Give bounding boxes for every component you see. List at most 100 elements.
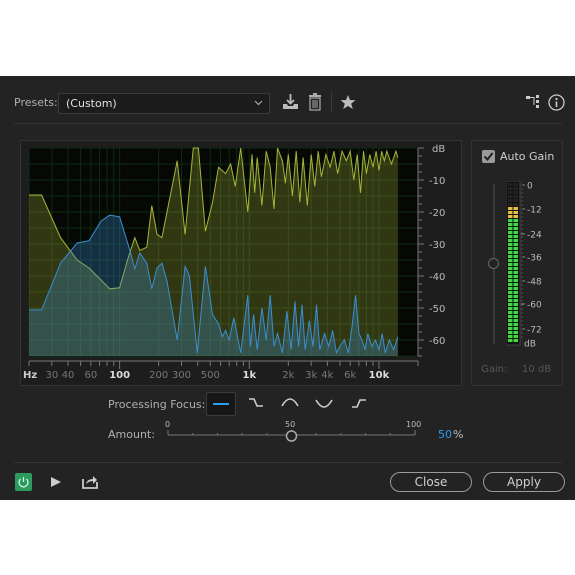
favorite-star-icon[interactable] — [340, 94, 356, 110]
meter-segment — [508, 279, 513, 282]
delete-preset-icon[interactable] — [308, 93, 322, 111]
checkmark-icon — [483, 152, 494, 162]
flat-icon — [213, 403, 229, 405]
gain-label: Gain: — [481, 364, 508, 375]
meter-segment — [513, 307, 518, 310]
meter-segment — [513, 187, 518, 190]
divider — [14, 462, 562, 463]
meter-segment — [508, 319, 513, 322]
info-icon[interactable] — [548, 94, 565, 111]
meter-segment — [508, 267, 513, 270]
mid-bell-icon — [281, 398, 299, 407]
meter-segment — [508, 335, 513, 338]
meter-segment — [513, 275, 518, 278]
meter-segment — [513, 283, 518, 286]
meter-segment — [513, 211, 518, 214]
processing-focus-label: Processing Focus: — [108, 398, 206, 411]
meter-segment — [513, 243, 518, 246]
amount-value[interactable]: 50 — [438, 428, 452, 441]
meter-segment — [508, 239, 513, 242]
meter-segment — [513, 323, 518, 326]
gain-value: 10 dB — [522, 364, 552, 375]
meter-segment — [513, 303, 518, 306]
apply-button[interactable]: Apply — [483, 472, 565, 492]
meter-segment — [508, 275, 513, 278]
effect-dialog: Presets: (Custom) dB -10 -20 -30 -40 -50 -60 Hz… — [0, 76, 575, 500]
auto-gain-checkbox[interactable] — [482, 150, 495, 163]
meter-segment — [508, 339, 513, 342]
meter-segment — [513, 339, 518, 342]
power-icon — [18, 477, 29, 488]
meter-segment — [513, 191, 518, 194]
close-button[interactable]: Close — [390, 472, 472, 492]
meter-label: -24 — [527, 231, 542, 241]
meter-segment — [508, 263, 513, 266]
power-button[interactable] — [15, 473, 32, 491]
y-tick-label: -50 — [429, 304, 445, 315]
meter-segment — [513, 223, 518, 226]
meter-segment — [513, 279, 518, 282]
meter-segment — [508, 219, 513, 222]
x-tick-label: 6k — [344, 370, 356, 381]
auto-gain-label: Auto Gain — [500, 150, 555, 163]
focus-low-button[interactable] — [242, 392, 270, 414]
meter-segment — [508, 223, 513, 226]
meter-segment — [508, 215, 513, 218]
focus-flat-button[interactable] — [206, 392, 236, 416]
mid-notch-icon — [315, 399, 333, 408]
meter-segment — [513, 219, 518, 222]
amount-slider[interactable] — [160, 426, 425, 446]
meter-segment — [508, 207, 513, 210]
gain-slider-knob[interactable] — [488, 258, 499, 269]
high-shelf-icon — [352, 399, 366, 408]
meter-segment — [508, 315, 513, 318]
x-tick-label: 3k — [305, 370, 317, 381]
meter-segment — [508, 287, 513, 290]
meter-segment — [508, 283, 513, 286]
meter-segment — [513, 291, 518, 294]
meter-segment — [513, 195, 518, 198]
save-preset-icon[interactable] — [282, 93, 299, 110]
meter-label: -36 — [527, 254, 542, 264]
meter-segment — [508, 327, 513, 330]
amount-label: Amount: — [108, 428, 155, 441]
routing-icon[interactable] — [526, 95, 540, 109]
meter-segment — [508, 291, 513, 294]
x-tick-label: 10k — [369, 370, 390, 381]
x-tick-label: 1k — [242, 370, 256, 381]
presets-dropdown[interactable]: (Custom) — [58, 93, 270, 114]
meter-segment — [513, 311, 518, 314]
meter-segment — [513, 319, 518, 322]
preset-value: (Custom) — [66, 97, 117, 110]
slider-knob — [285, 430, 298, 442]
meter-segment — [508, 183, 513, 186]
focus-high-button[interactable] — [345, 392, 373, 414]
meter-segment — [508, 307, 513, 310]
focus-mid-bell-button[interactable] — [276, 392, 304, 414]
meter-segment — [508, 331, 513, 334]
meter-segment — [513, 207, 518, 210]
x-tick-label: 300 — [172, 370, 191, 381]
meter-segment — [508, 247, 513, 250]
meter-segment — [513, 251, 518, 254]
meter-segment — [508, 199, 513, 202]
meter-segment — [513, 263, 518, 266]
meter-segment — [513, 295, 518, 298]
meter-segment — [508, 187, 513, 190]
meter-segment — [513, 331, 518, 334]
meter-segment — [508, 323, 513, 326]
meter-segment — [508, 231, 513, 234]
y-tick-label: -60 — [429, 336, 445, 347]
spectrum-chart[interactable]: dB -10 -20 -30 -40 -50 -60 Hz 30 40 60 100 200 300 500… — [21, 141, 461, 385]
toolbar-separator — [331, 91, 332, 113]
x-tick-label: 2k — [282, 370, 294, 381]
play-icon[interactable] — [50, 476, 62, 488]
meter-segment — [513, 267, 518, 270]
focus-mid-notch-button[interactable] — [310, 392, 338, 414]
meter-segment — [513, 287, 518, 290]
export-icon[interactable] — [82, 474, 98, 489]
auto-gain-panel: Auto Gain 0 -12 -24 -36 -48 -60 -72 dB Gain: 10… — [471, 140, 563, 386]
meter-label: -12 — [527, 206, 542, 216]
x-tick-label: 4k — [321, 370, 333, 381]
meter-segment — [508, 271, 513, 274]
